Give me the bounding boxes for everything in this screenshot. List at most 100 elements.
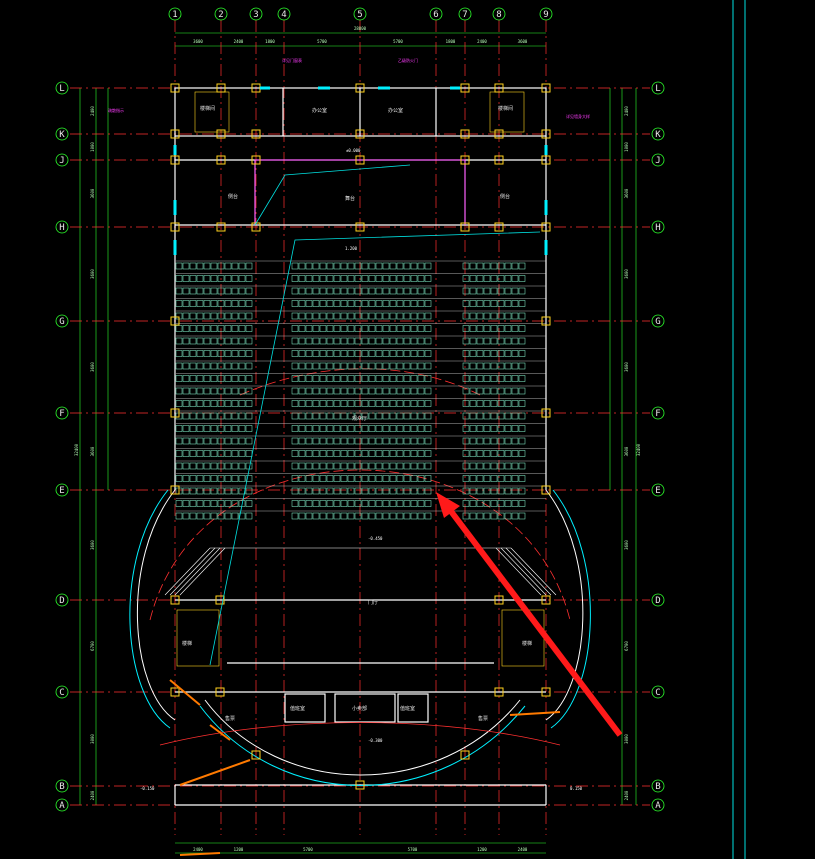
- seat: [518, 512, 526, 520]
- seat: [333, 437, 341, 445]
- seat: [504, 375, 512, 382]
- seat: [462, 375, 470, 382]
- seat: [403, 350, 411, 357]
- seat: [210, 287, 218, 295]
- seat: [210, 437, 218, 445]
- seat: [298, 312, 306, 320]
- seat: [361, 362, 369, 370]
- seat: [210, 400, 218, 407]
- seat: [518, 262, 526, 270]
- seat: [483, 275, 491, 282]
- seat: [347, 350, 355, 357]
- seat: [305, 337, 313, 345]
- seat: [389, 387, 397, 395]
- row-axis-label: A: [59, 801, 65, 811]
- seat: [490, 425, 498, 432]
- seat: [417, 350, 425, 357]
- seat: [396, 487, 404, 495]
- seat: [312, 437, 320, 445]
- seat: [245, 425, 253, 432]
- seat: [224, 500, 232, 507]
- seat: [189, 275, 197, 282]
- seat: [189, 412, 197, 420]
- seat: [396, 462, 404, 470]
- seat: [319, 362, 327, 370]
- seat: [368, 400, 376, 407]
- seat: [410, 300, 418, 307]
- seat: [340, 300, 348, 307]
- seat: [182, 487, 190, 495]
- seat: [490, 287, 498, 295]
- seat: [182, 437, 190, 445]
- seat: [403, 375, 411, 382]
- seat: [490, 375, 498, 382]
- seat: [382, 437, 390, 445]
- seat: [375, 487, 383, 495]
- seat: [504, 362, 512, 370]
- seat: [389, 450, 397, 457]
- seat: [203, 400, 211, 407]
- seat: [326, 475, 334, 482]
- seat: [490, 412, 498, 420]
- seat: [511, 337, 519, 345]
- seat: [224, 375, 232, 382]
- seat: [245, 400, 253, 407]
- seat: [245, 512, 253, 520]
- seat: [305, 262, 313, 270]
- seat: [511, 400, 519, 407]
- seat: [476, 450, 484, 457]
- seat: [189, 375, 197, 382]
- seat: [189, 425, 197, 432]
- seat: [189, 462, 197, 470]
- seat: [182, 350, 190, 357]
- seat: [245, 312, 253, 320]
- seat: [469, 325, 477, 332]
- row-axis-label: G: [655, 317, 660, 327]
- seat: [326, 462, 334, 470]
- seat: [382, 475, 390, 482]
- seat: [182, 262, 190, 270]
- seat: [403, 300, 411, 307]
- seat: [375, 425, 383, 432]
- seat: [291, 512, 299, 520]
- seat: [417, 425, 425, 432]
- seat: [347, 362, 355, 370]
- seat: [305, 275, 313, 282]
- seat: [504, 287, 512, 295]
- dimension-text: 1800: [265, 39, 275, 44]
- seat: [424, 437, 432, 445]
- seat: [410, 287, 418, 295]
- elevation-label: ±0.000: [346, 148, 361, 153]
- seat: [305, 350, 313, 357]
- seat: [340, 462, 348, 470]
- seat: [483, 437, 491, 445]
- seat: [368, 425, 376, 432]
- seat: [424, 362, 432, 370]
- seat: [175, 300, 183, 307]
- seat: [326, 350, 334, 357]
- seat: [340, 500, 348, 507]
- seat: [298, 437, 306, 445]
- seat: [511, 425, 519, 432]
- seat: [196, 337, 204, 345]
- seat: [483, 362, 491, 370]
- seat: [189, 400, 197, 407]
- dimension-text: 3600: [90, 540, 95, 550]
- seat: [182, 325, 190, 332]
- seat: [347, 500, 355, 507]
- seat: [231, 450, 239, 457]
- seat: [476, 500, 484, 507]
- seat: [504, 350, 512, 357]
- seat: [340, 375, 348, 382]
- seat: [361, 287, 369, 295]
- room-label: 舞台: [345, 195, 355, 202]
- seat: [424, 425, 432, 432]
- seat: [403, 450, 411, 457]
- seat: [333, 312, 341, 320]
- seat: [224, 325, 232, 332]
- seat: [375, 275, 383, 282]
- seat: [182, 412, 190, 420]
- seat: [245, 350, 253, 357]
- seat: [410, 400, 418, 407]
- seat: [347, 325, 355, 332]
